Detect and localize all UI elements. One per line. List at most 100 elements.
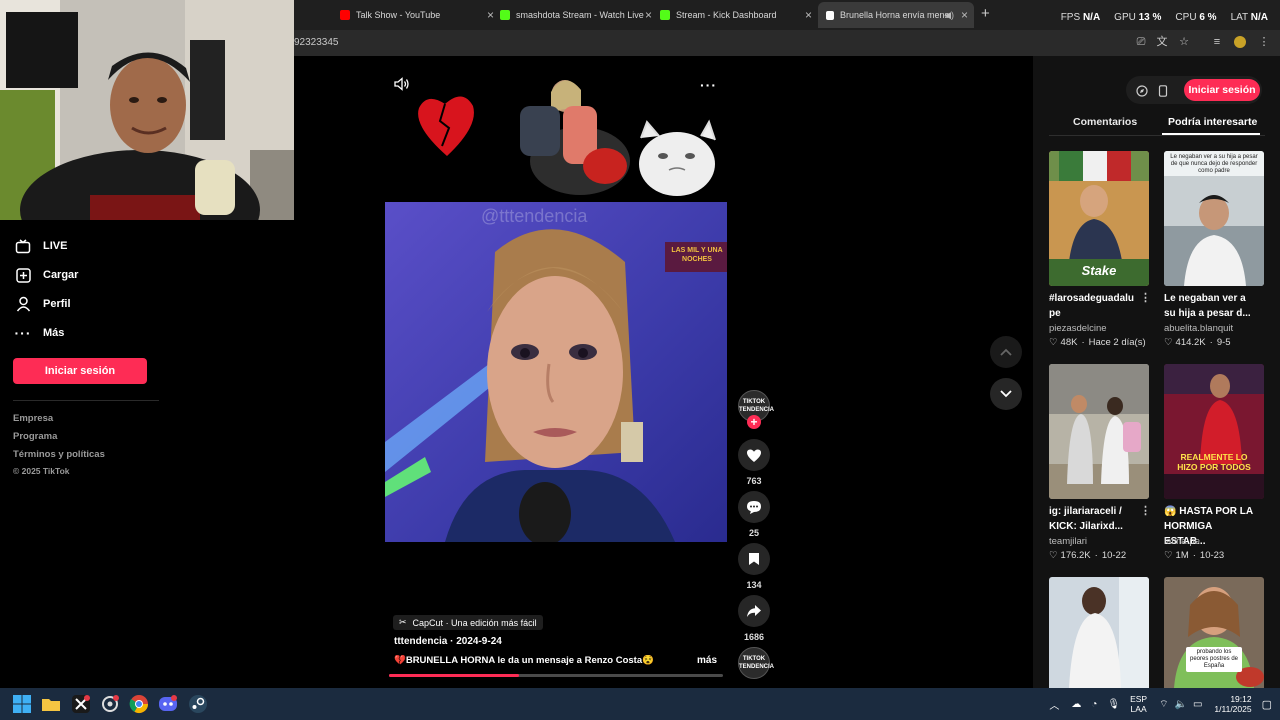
performance-overlay: FPS N/A GPU 13 % CPU 6 % LAT N/A — [1061, 12, 1268, 23]
previous-video-button[interactable] — [990, 336, 1022, 368]
suggestion-card-thumbnail[interactable] — [1049, 364, 1149, 499]
suggestion-card-thumbnail[interactable] — [1049, 577, 1149, 688]
steam-icon[interactable] — [188, 694, 208, 714]
language-indicator[interactable]: ESP LAA — [1130, 694, 1147, 714]
caption-more-link[interactable]: más — [697, 655, 717, 666]
video-player[interactable]: @tttendencia LAS MIL Y UNA NOCHES — [385, 202, 727, 542]
onedrive-icon[interactable]: ☁ — [1071, 699, 1081, 710]
live-icon — [14, 238, 32, 254]
footer-link-terms[interactable]: Términos y políticas — [13, 449, 105, 460]
video-caption: 💔BRUNELLA HORNA le da un mensaje a Renzo… — [394, 655, 654, 666]
lat-label: LAT — [1230, 12, 1248, 23]
file-explorer-icon[interactable] — [41, 694, 61, 714]
audio-icon[interactable]: ◀) — [944, 10, 954, 21]
card-title[interactable]: Le negaban ver a su hija a pesar d... — [1164, 291, 1256, 321]
login-button[interactable]: Iniciar sesión — [13, 358, 147, 384]
heart-outline-icon: ♡ — [1164, 550, 1173, 561]
card-author[interactable]: piezasdelcine — [1049, 323, 1107, 334]
settings-app-icon[interactable] — [100, 694, 120, 714]
tab-divider — [1049, 135, 1265, 136]
bookmark-star-icon[interactable]: ☆ — [1178, 36, 1190, 48]
url-text[interactable]: 92323345 — [294, 37, 339, 48]
windows-start-icon[interactable] — [12, 694, 32, 714]
show-logo: LAS MIL Y UNA NOCHES — [671, 247, 723, 263]
clock[interactable]: 19:12 1/11/2025 — [1214, 694, 1251, 714]
like-count: 763 — [746, 476, 762, 486]
tab-title: Stream - Kick Dashboard — [676, 10, 777, 20]
cpu-value: 6 % — [1199, 12, 1217, 23]
nav-upload[interactable]: Cargar — [14, 267, 78, 283]
nav-more[interactable]: ··· Más — [14, 325, 65, 341]
video-watermark: @tttendencia — [481, 206, 588, 226]
card-meta: ♡ 414.2K · 9-5 — [1164, 337, 1231, 348]
menu-icon[interactable]: ⋮ — [1258, 36, 1270, 48]
nav-live[interactable]: LIVE — [14, 238, 67, 254]
card-options-icon[interactable]: ⋮ — [1140, 504, 1151, 517]
close-tab-icon[interactable]: × — [645, 8, 652, 22]
close-tab-icon[interactable]: × — [805, 8, 812, 22]
suggestion-card-thumbnail[interactable]: REALMENTE LO HIZO POR TODOS — [1164, 364, 1264, 499]
battery-icon[interactable]: ▭ — [1193, 699, 1202, 710]
nav-label: LIVE — [43, 240, 68, 252]
suggestion-card-thumbnail[interactable]: probando los peores postres de España — [1164, 577, 1264, 688]
kick-icon — [660, 10, 670, 20]
media-icon[interactable]: ≡ — [1211, 36, 1223, 48]
microphone-icon[interactable]: 🎙 — [1107, 699, 1120, 710]
share-button[interactable] — [738, 595, 770, 627]
card-meta: ♡ 48K · Hace 2 día(s) — [1049, 337, 1146, 348]
tray-chevron-up-icon[interactable]: ︿ — [1049, 697, 1059, 712]
save-button[interactable] — [738, 543, 770, 575]
comment-button[interactable] — [738, 491, 770, 523]
capcut-app-icon[interactable] — [71, 694, 91, 714]
follow-plus-icon[interactable]: + — [747, 415, 761, 429]
new-tab-button[interactable]: + — [981, 5, 990, 22]
suggestion-card-thumbnail[interactable]: Le negaban ver a su hija a pesar de que … — [1164, 151, 1264, 286]
cast-icon[interactable]: ⎚ — [1135, 36, 1147, 48]
fps-value: N/A — [1082, 12, 1101, 23]
panel-login-button[interactable]: Iniciar sesión — [1184, 79, 1260, 101]
wifi-icon[interactable]: ⌔ — [1159, 698, 1168, 711]
network-tray-icon[interactable]: ◔ — [1091, 699, 1097, 710]
mobile-icon[interactable] — [1158, 84, 1168, 97]
translate-icon[interactable]: 文 — [1156, 36, 1168, 48]
chrome-icon[interactable] — [129, 694, 149, 714]
discord-icon[interactable] — [158, 694, 178, 714]
card-author[interactable]: abuelita.blanquit — [1164, 323, 1233, 334]
tab-youtube[interactable]: Talk Show - YouTube × — [340, 4, 494, 26]
close-tab-icon[interactable]: × — [487, 8, 494, 22]
close-tab-icon[interactable]: × — [961, 8, 968, 22]
author-line[interactable]: tttendencia · 2024-9-24 — [394, 636, 502, 647]
tab-suggestions[interactable]: Podría interesarte — [1168, 116, 1257, 128]
card-likes: 176.2K — [1060, 550, 1091, 561]
language-code: ESP — [1130, 694, 1148, 704]
compass-icon[interactable] — [1136, 84, 1148, 97]
save-count: 134 — [746, 580, 762, 590]
card-options-icon[interactable]: ⋮ — [1140, 291, 1151, 304]
card-date: Hace 2 día(s) — [1088, 337, 1146, 348]
footer-link-program[interactable]: Programa — [13, 431, 57, 442]
card-title[interactable]: ig: jilariaraceli / KICK: Jilarixd... — [1049, 504, 1141, 534]
tab-smashdota[interactable]: smashdota Stream - Watch Live × — [500, 4, 652, 26]
tiktok-icon — [826, 10, 834, 20]
suggestion-card-thumbnail[interactable]: Stake — [1049, 151, 1149, 286]
capcut-tag[interactable]: ✂ CapCut · Una edición más fácil — [393, 615, 543, 630]
card-likes: 1M — [1175, 550, 1189, 561]
chevron-down-icon — [1000, 390, 1012, 398]
notifications-icon[interactable]: ▢ — [1262, 698, 1272, 711]
card-title[interactable]: #larosadeguadalu pe — [1049, 291, 1141, 321]
sound-disc[interactable]: TIKTOK TENDENCIA — [738, 647, 774, 679]
more-icon: ··· — [14, 325, 32, 341]
footer-link-company[interactable]: Empresa — [13, 413, 53, 424]
like-button[interactable] — [738, 439, 770, 471]
next-video-button[interactable] — [990, 378, 1022, 410]
nav-profile[interactable]: Perfil — [14, 296, 71, 312]
card-author[interactable]: teamjilari — [1049, 536, 1087, 547]
profile-avatar[interactable] — [1234, 36, 1246, 48]
tab-comments[interactable]: Comentarios — [1073, 116, 1137, 128]
card-author[interactable]: latina.pe — [1164, 536, 1200, 547]
card-meta: ♡ 1M · 10-23 — [1164, 550, 1225, 561]
volume-tray-icon[interactable]: 🔈 — [1175, 699, 1187, 710]
thumbnail-overlay-text: probando los peores postres de España — [1186, 647, 1242, 672]
tab-tiktok-active[interactable]: Brunella Horna envía mens ◀) × — [818, 2, 974, 28]
tab-kick-dashboard[interactable]: Stream - Kick Dashboard × — [660, 4, 812, 26]
